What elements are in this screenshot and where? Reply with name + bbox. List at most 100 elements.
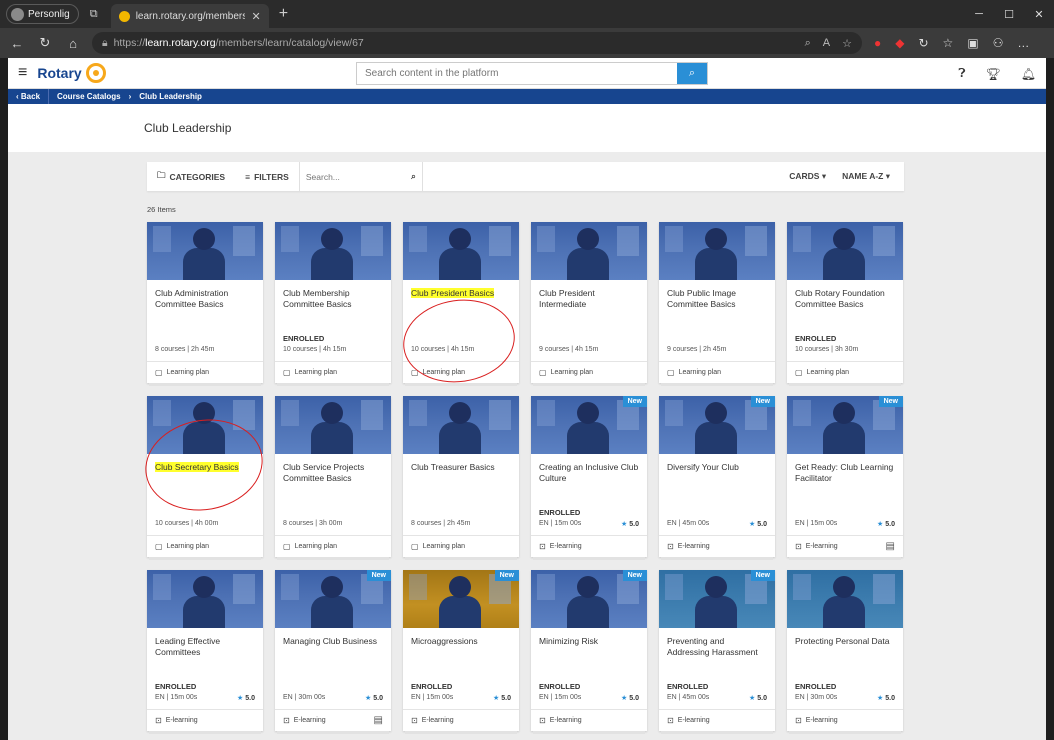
course-duration: 10 courses | 4h 15m bbox=[283, 346, 347, 353]
extension-icon[interactable]: ● bbox=[874, 36, 881, 50]
course-meta: EN | 45m 00s ★ 5.0 bbox=[667, 694, 767, 702]
favorites-icon[interactable]: ☆ bbox=[943, 36, 954, 50]
collections-icon[interactable]: ▣ bbox=[967, 36, 978, 50]
course-meta: EN | 15m 00s ★ 5.0 bbox=[155, 694, 255, 702]
minimize-icon[interactable]: ─ bbox=[964, 0, 994, 28]
menu-icon[interactable]: ≡ bbox=[18, 64, 27, 82]
breadcrumb-item-catalogs[interactable]: Course Catalogs bbox=[49, 92, 129, 101]
course-type-label: Learning plan bbox=[806, 369, 849, 376]
brand-name: Rotary bbox=[37, 65, 82, 81]
chat-icon[interactable]: ▤ bbox=[374, 715, 383, 726]
course-type-label: Learning plan bbox=[422, 543, 465, 550]
star-icon: ★ bbox=[749, 521, 756, 528]
profile-button[interactable]: Personlig bbox=[6, 4, 79, 24]
course-card[interactable]: Protecting Personal Data ENROLLED EN | 30m… bbox=[787, 570, 903, 734]
categories-button[interactable]: 🗀︎ CATEGORIES bbox=[147, 170, 235, 184]
notifications-icon[interactable]: 🔔︎ bbox=[1021, 67, 1036, 81]
course-title[interactable]: Club Membership Committee Basics bbox=[275, 280, 391, 322]
header-actions: ❓︎ 🏆︎ 🔔︎ bbox=[958, 58, 1036, 89]
new-tab-button[interactable]: + bbox=[279, 5, 288, 23]
profile-ext-icon[interactable]: ⚇ bbox=[993, 36, 1004, 50]
back-button[interactable]: ‹ Back bbox=[8, 89, 50, 104]
app-header: ≡ Rotary ⌕ ❓︎ 🏆︎ 🔔︎ bbox=[8, 58, 1046, 89]
course-duration: 8 courses | 3h 00m bbox=[283, 520, 343, 527]
course-title[interactable]: Creating an Inclusive Club Culture bbox=[531, 454, 647, 496]
extension-icon[interactable]: ◆ bbox=[895, 36, 904, 50]
chat-icon[interactable]: ▤ bbox=[886, 541, 895, 552]
course-type: ▢ Learning plan bbox=[531, 361, 647, 383]
tab-actions-icon[interactable]: ⧉ bbox=[83, 4, 105, 24]
course-card[interactable]: Leading Effective Committees ENROLLED EN |… bbox=[147, 570, 263, 734]
new-badge: New bbox=[750, 396, 775, 407]
sort-dropdown[interactable]: NAME A-Z ▾ bbox=[842, 171, 890, 182]
read-aloud-icon[interactable]: A bbox=[823, 37, 830, 50]
catalog-search-input[interactable] bbox=[305, 171, 396, 182]
back-arrow-icon[interactable]: ← bbox=[6, 32, 28, 54]
course-type-label: Learning plan bbox=[294, 543, 337, 550]
lock-icon: 🔒︎ bbox=[102, 36, 108, 49]
course-card[interactable]: Club Membership Committee Basics ENROLLED… bbox=[275, 222, 391, 386]
profile-label: Personlig bbox=[28, 8, 70, 20]
zoom-icon[interactable]: ⌕ bbox=[805, 37, 811, 50]
course-type-label: Learning plan bbox=[678, 369, 721, 376]
view-mode-dropdown[interactable]: CARDS ▾ bbox=[789, 171, 826, 182]
course-rating: ★ 5.0 bbox=[621, 695, 639, 702]
platform-search-input[interactable] bbox=[357, 63, 677, 84]
enrolled-status: ENROLLED bbox=[539, 508, 581, 517]
course-rating: ★ 5.0 bbox=[877, 521, 895, 528]
course-card[interactable]: New Managing Club Business EN | 30m 00s ★ 5… bbox=[275, 570, 391, 734]
favorite-star-icon[interactable]: ☆ bbox=[842, 37, 852, 50]
course-title[interactable]: Club Rotary Foundation Committee Basics bbox=[787, 280, 903, 322]
course-title[interactable]: Club Administration Committee Basics bbox=[147, 280, 263, 322]
course-title[interactable]: Club Public Image Committee Basics bbox=[659, 280, 775, 322]
browser-address-row: ← ↻ ⌂ 🔒︎ https://learn.rotary.org/member… bbox=[0, 28, 1054, 58]
browser-tab-active[interactable]: learn.rotary.org/members/learn/c ✕ bbox=[110, 4, 269, 28]
breadcrumb-item-current: Club Leadership bbox=[139, 92, 202, 101]
refresh-icon[interactable]: ↻ bbox=[34, 32, 56, 54]
help-icon[interactable]: ❓︎ bbox=[958, 66, 965, 81]
course-card[interactable]: Club Public Image Committee Basics 9 cour… bbox=[659, 222, 775, 386]
course-title[interactable]: Get Ready: Club Learning Facilitator bbox=[787, 454, 903, 496]
search-icon[interactable]: ⌕ bbox=[411, 171, 416, 182]
course-title[interactable]: Diversify Your Club bbox=[659, 454, 775, 496]
course-title[interactable]: Leading Effective Committees bbox=[147, 628, 263, 670]
refresh-ext-icon[interactable]: ↻ bbox=[918, 36, 928, 50]
course-type: ⊡ E-learning bbox=[403, 709, 519, 731]
address-bar[interactable]: 🔒︎ https://learn.rotary.org/members/lear… bbox=[92, 32, 862, 54]
scrollbar[interactable] bbox=[1046, 58, 1054, 740]
filters-button[interactable]: ≡ FILTERS bbox=[235, 172, 299, 182]
course-title[interactable]: Club Treasurer Basics bbox=[403, 454, 519, 496]
course-card[interactable]: Club Rotary Foundation Committee Basics E… bbox=[787, 222, 903, 386]
home-icon[interactable]: ⌂ bbox=[62, 32, 84, 54]
elearning-icon: ⊡ bbox=[795, 716, 802, 725]
course-rating: ★ 5.0 bbox=[237, 695, 255, 702]
course-card[interactable]: New Minimizing Risk ENROLLED EN | 15m 00s ★ … bbox=[531, 570, 647, 734]
search-icon[interactable]: ⌕ bbox=[677, 63, 707, 84]
course-title[interactable]: Club Service Projects Committee Basics bbox=[275, 454, 391, 496]
close-window-icon[interactable]: ✕ bbox=[1024, 0, 1054, 28]
course-card[interactable]: Club President Intermediate 9 courses | 4… bbox=[531, 222, 647, 386]
trophy-icon[interactable]: 🏆︎ bbox=[986, 67, 1001, 81]
course-title[interactable]: Managing Club Business bbox=[275, 628, 391, 670]
course-title[interactable]: Microaggressions bbox=[403, 628, 519, 670]
course-meta: EN | 45m 00s ★ 5.0 bbox=[667, 520, 767, 528]
course-card[interactable]: New Diversify Your Club EN | 45m 00s ★ 5.0 ⊡… bbox=[659, 396, 775, 560]
course-card[interactable]: New Microaggressions ENROLLED EN | 15m 00s ★… bbox=[403, 570, 519, 734]
course-title[interactable]: Preventing and Addressing Harassment bbox=[659, 628, 775, 670]
course-type-label: E-learning bbox=[549, 543, 582, 550]
course-card[interactable]: New Get Ready: Club Learning Facilitator E… bbox=[787, 396, 903, 560]
course-card[interactable]: Club Service Projects Committee Basics 8 … bbox=[275, 396, 391, 560]
course-title[interactable]: Protecting Personal Data bbox=[787, 628, 903, 670]
course-card[interactable]: Club Administration Committee Basics 8 co… bbox=[147, 222, 263, 386]
course-type: ⊡ E-learning bbox=[531, 535, 647, 557]
maximize-icon[interactable]: ☐ bbox=[994, 0, 1024, 28]
course-card[interactable]: Club Treasurer Basics 8 courses | 2h 45m ▢… bbox=[403, 396, 519, 560]
close-tab-icon[interactable]: ✕ bbox=[251, 10, 260, 23]
course-title[interactable]: Minimizing Risk bbox=[531, 628, 647, 670]
extensions-bar: ● ◆ ↻ ☆ ▣ ⚇ … bbox=[874, 36, 1029, 50]
course-title[interactable]: Club President Intermediate bbox=[531, 280, 647, 322]
more-icon[interactable]: … bbox=[1017, 36, 1029, 50]
rotary-logo[interactable]: Rotary bbox=[37, 63, 106, 83]
course-card[interactable]: New Creating an Inclusive Club Culture ENR… bbox=[531, 396, 647, 560]
course-card[interactable]: New Preventing and Addressing Harassment E… bbox=[659, 570, 775, 734]
